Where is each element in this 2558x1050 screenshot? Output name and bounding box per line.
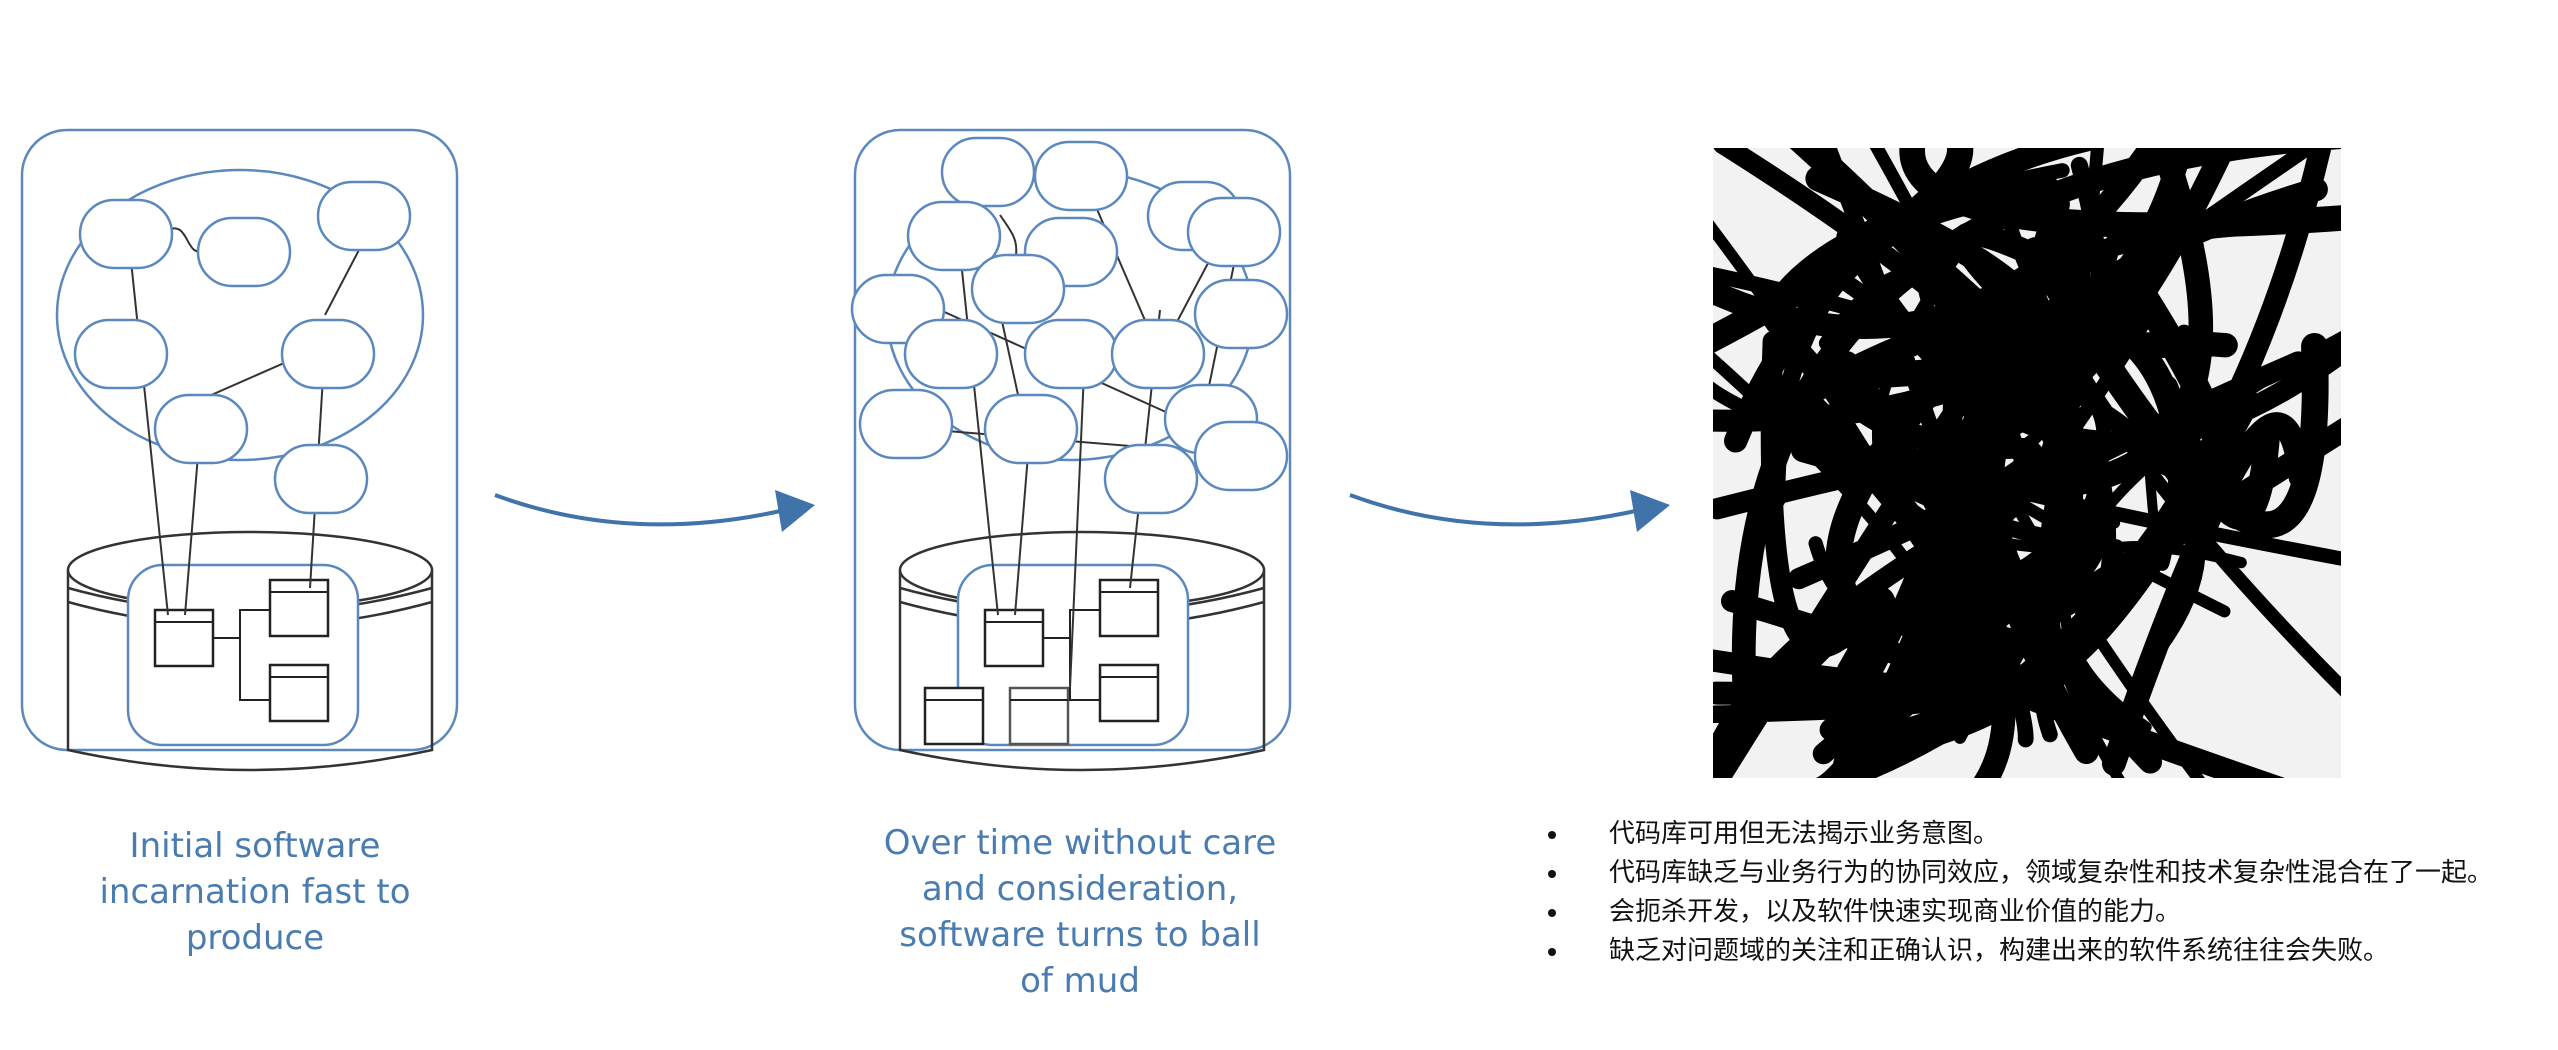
bullet-list: 代码库可用但无法揭示业务意图。 代码库缺乏与业务行为的协同效应，领域复杂性和技术… <box>1535 815 2493 971</box>
ball-of-mud-diagram <box>830 110 1310 790</box>
ball-of-mud-caption: Over time without care and consideration… <box>883 823 1277 1001</box>
list-item: 缺乏对问题域的关注和正确认识，构建出来的软件系统往往会失败。 <box>1535 932 2493 971</box>
transition-arrow <box>490 480 830 570</box>
tangled-mesh-image <box>1713 148 2341 778</box>
list-item: 代码库缺乏与业务行为的协同效应，领域复杂性和技术复杂性混合在了一起。 <box>1535 854 2493 893</box>
transition-arrow <box>1345 480 1685 570</box>
initial-software-diagram <box>0 110 470 790</box>
list-item: 会扼杀开发，以及软件快速实现商业价值的能力。 <box>1535 893 2493 932</box>
list-item: 代码库可用但无法揭示业务意图。 <box>1535 815 2493 854</box>
initial-software-caption: Initial software incarnation fast to pro… <box>99 826 411 958</box>
